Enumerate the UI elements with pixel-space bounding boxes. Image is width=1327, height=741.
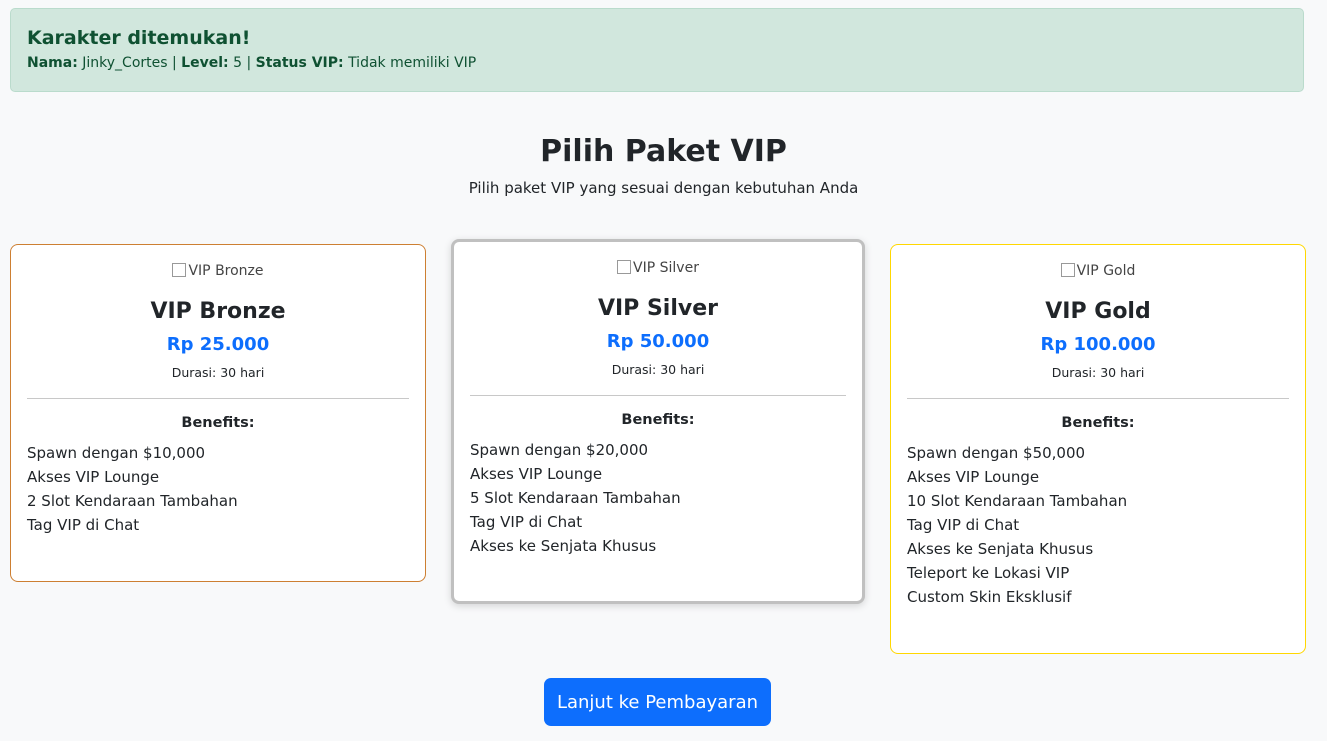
package-duration: Durasi: 30 hari xyxy=(1051,365,1145,380)
package-image: VIP Gold xyxy=(907,263,1289,283)
benefit-item: 2 Slot Kendaraan Tambahan xyxy=(27,492,238,510)
package-duration: Durasi: 30 hari xyxy=(171,365,265,380)
divider xyxy=(907,398,1289,399)
divider xyxy=(27,398,409,399)
benefit-item: Teleport ke Lokasi VIP xyxy=(907,564,1070,582)
benefits-list: Spawn dengan $10,000 Akses VIP Lounge 2 … xyxy=(27,441,409,537)
page-heading: Pilih Paket VIP Pilih paket VIP yang ses… xyxy=(0,134,1327,197)
package-price: Rp 25.000 xyxy=(166,334,270,355)
benefits-title: Benefits: xyxy=(1061,415,1135,431)
broken-image-icon xyxy=(617,260,632,274)
benefit-item: 5 Slot Kendaraan Tambahan xyxy=(470,489,681,507)
separator: | xyxy=(172,55,177,71)
benefits-list: Spawn dengan $50,000 Akses VIP Lounge 10… xyxy=(907,441,1289,609)
separator: | xyxy=(246,55,252,71)
character-found-alert: Karakter ditemukan! Nama: Jinky_Cortes |… xyxy=(10,8,1304,92)
package-card-gold[interactable]: VIP Gold VIP Gold Rp 100.000 Durasi: 30 … xyxy=(890,244,1306,654)
broken-image-icon xyxy=(1060,263,1075,277)
package-image: VIP Silver xyxy=(470,260,846,280)
alert-title: Karakter ditemukan! xyxy=(27,27,251,49)
benefit-item: 10 Slot Kendaraan Tambahan xyxy=(907,492,1128,510)
level-label: Level: xyxy=(181,55,229,71)
divider xyxy=(470,395,846,396)
vip-status-label: Status VIP: xyxy=(255,55,344,71)
benefit-item: Tag VIP di Chat xyxy=(27,516,140,534)
benefit-item: Akses VIP Lounge xyxy=(470,465,603,483)
package-name: VIP Silver xyxy=(597,296,719,321)
page-title: Pilih Paket VIP xyxy=(540,134,787,169)
package-price: Rp 100.000 xyxy=(1040,334,1156,355)
benefits-list: Spawn dengan $20,000 Akses VIP Lounge 5 … xyxy=(470,438,846,558)
broken-image-icon xyxy=(172,263,187,277)
benefit-item: Akses VIP Lounge xyxy=(27,468,160,486)
benefit-item: Tag VIP di Chat xyxy=(907,516,1020,534)
character-info: Nama: Jinky_Cortes | Level: 5 | Status V… xyxy=(27,55,1287,71)
benefit-item: Akses ke Senjata Khusus xyxy=(470,537,657,555)
benefits-title: Benefits: xyxy=(621,412,695,428)
benefit-item: Akses VIP Lounge xyxy=(907,468,1040,486)
benefit-item: Spawn dengan $10,000 xyxy=(27,444,206,462)
name-label: Nama: xyxy=(27,55,78,71)
benefits-title: Benefits: xyxy=(181,415,255,431)
package-card-silver[interactable]: VIP Silver VIP Silver Rp 50.000 Durasi: … xyxy=(451,239,865,604)
benefit-item: Tag VIP di Chat xyxy=(470,513,583,531)
package-name: VIP Gold xyxy=(1045,299,1151,324)
page-subtitle: Pilih paket VIP yang sesuai dengan kebut… xyxy=(468,179,859,197)
benefit-item: Spawn dengan $20,000 xyxy=(470,441,649,459)
benefit-item: Akses ke Senjata Khusus xyxy=(907,540,1094,558)
benefit-item: Custom Skin Eksklusif xyxy=(907,588,1072,606)
vip-status-value: Tidak memiliki VIP xyxy=(348,55,477,71)
benefit-item: Spawn dengan $50,000 xyxy=(907,444,1086,462)
level-value: 5 xyxy=(233,55,242,71)
continue-to-payment-button[interactable]: Lanjut ke Pembayaran xyxy=(544,678,771,726)
name-value: Jinky_Cortes xyxy=(82,55,168,71)
package-image: VIP Bronze xyxy=(27,263,409,283)
package-duration: Durasi: 30 hari xyxy=(611,362,705,377)
package-name: VIP Bronze xyxy=(150,299,286,324)
package-price: Rp 50.000 xyxy=(606,331,710,352)
package-card-bronze[interactable]: VIP Bronze VIP Bronze Rp 25.000 Durasi: … xyxy=(10,244,426,582)
